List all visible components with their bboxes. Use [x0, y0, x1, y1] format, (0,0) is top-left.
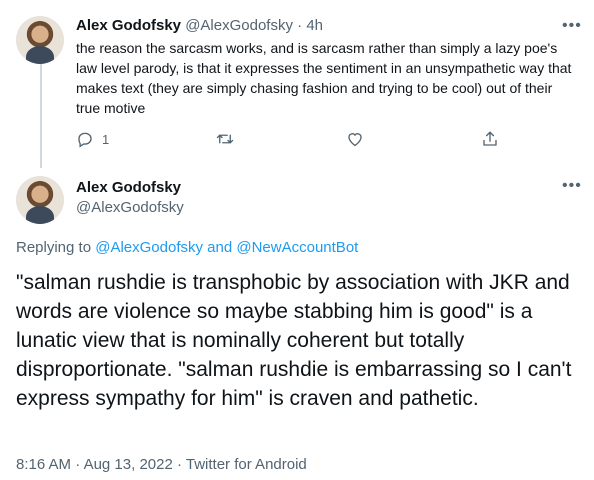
replying-prefix: Replying to: [16, 239, 96, 256]
tweet-metadata: 8:16 AM · Aug 13, 2022 · Twitter for And…: [16, 455, 307, 475]
avatar[interactable]: [16, 176, 64, 224]
handle[interactable]: @AlexGodofsky: [76, 198, 184, 218]
display-name[interactable]: Alex Godofsky: [76, 17, 181, 34]
display-name[interactable]: Alex Godofsky: [76, 178, 181, 198]
tweet-text: the reason the sarcasm works, and is sar…: [76, 40, 572, 116]
handle[interactable]: @AlexGodofsky: [185, 17, 293, 34]
more-icon[interactable]: •••: [562, 18, 582, 34]
retweet-button[interactable]: [216, 130, 234, 148]
tweet-date[interactable]: Aug 13, 2022: [84, 456, 173, 473]
share-icon: [483, 131, 497, 146]
tweet-text: "salman rushdie is transphobic by associ…: [16, 271, 572, 410]
reply-count: 1: [102, 131, 110, 147]
separator: ·: [297, 17, 303, 34]
thread-line: [40, 64, 42, 168]
share-button[interactable]: [481, 130, 499, 148]
replying-and[interactable]: and: [203, 239, 236, 256]
separator: ·: [172, 456, 186, 473]
replying-to: Replying to @AlexGodofsky and @NewAccoun…: [16, 238, 358, 258]
tweet-actions: 1: [76, 130, 516, 154]
tweet-source[interactable]: Twitter for Android: [186, 456, 307, 473]
retweet-icon: [216, 134, 234, 144]
mention-link[interactable]: @NewAccountBot: [236, 239, 358, 256]
tweet-time[interactable]: 8:16 AM: [16, 456, 71, 473]
avatar[interactable]: [16, 16, 64, 64]
timestamp[interactable]: 4h: [306, 17, 323, 34]
heart-icon: [348, 133, 362, 147]
more-icon[interactable]: •••: [562, 178, 582, 194]
reply-icon: [78, 132, 92, 148]
mention-link[interactable]: @AlexGodofsky: [95, 239, 203, 256]
separator: ·: [71, 456, 84, 473]
like-button[interactable]: [346, 130, 364, 148]
reply-button[interactable]: 1: [76, 130, 109, 148]
tweet-header: Alex Godofsky @AlexGodofsky · 4h: [76, 16, 323, 36]
